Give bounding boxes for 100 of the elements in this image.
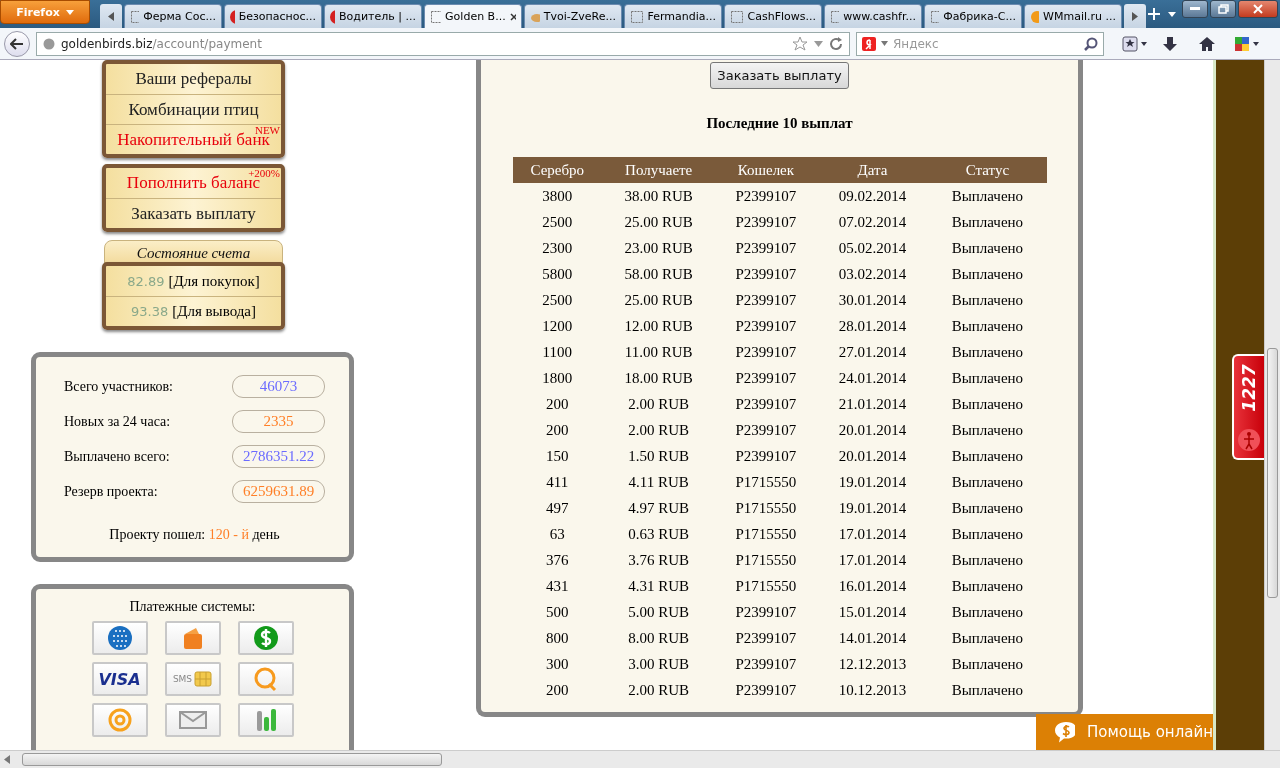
table-cell-text: 2500 xyxy=(541,290,574,310)
table-cell-text: P2399107 xyxy=(734,212,798,232)
tab-scroll-left-button[interactable] xyxy=(100,4,122,28)
dropdown-icon[interactable] xyxy=(881,41,888,46)
table-cell-text: 300 xyxy=(545,654,570,674)
payment-method-button[interactable] xyxy=(164,621,221,655)
addon-icon[interactable] xyxy=(1234,35,1260,52)
back-arrow-icon xyxy=(10,37,24,50)
browser-tab[interactable]: Водитель | ... xyxy=(324,4,422,28)
stat-label: Всего участников: xyxy=(64,378,173,395)
table-cell-text: 431 xyxy=(545,576,570,596)
browser-tab[interactable]: CashFlows... xyxy=(724,4,822,28)
table-cell-text: Выплачено xyxy=(950,212,1025,232)
tab-title: Golden B... xyxy=(445,10,506,23)
table-cell-text: Выплачено xyxy=(950,498,1025,518)
dropdown-icon[interactable] xyxy=(814,40,823,47)
payment-method-button[interactable] xyxy=(237,703,294,737)
browser-tab[interactable]: Tvoi-ZveRe... xyxy=(524,4,622,28)
browser-tab[interactable]: Безопаснос... xyxy=(224,4,322,28)
home-icon[interactable] xyxy=(1198,35,1216,52)
tab-title: Ферма Сос... xyxy=(143,10,216,23)
restore-button[interactable] xyxy=(1210,0,1236,18)
menu-link[interactable]: Комбинации птиц xyxy=(106,94,281,124)
back-button[interactable] xyxy=(4,30,30,57)
stat-label: Резерв проекта: xyxy=(64,483,158,500)
minimize-icon xyxy=(1190,7,1200,11)
table-cell-text: 2.00 RUB xyxy=(627,420,691,440)
payment-method-button[interactable]: VISA xyxy=(91,662,148,696)
table-cell-text: 21.01.2014 xyxy=(837,394,908,414)
search-icon[interactable] xyxy=(1084,36,1098,51)
left-arrow-icon[interactable] xyxy=(4,755,10,764)
close-window-button[interactable] xyxy=(1238,0,1278,18)
tab-title: CashFlows... xyxy=(747,10,816,23)
sms-label: SMS xyxy=(172,674,193,684)
yandex-logo-icon xyxy=(862,36,876,51)
search-placeholder: Яндекс xyxy=(893,36,940,51)
tab-title: Fermandia... xyxy=(647,10,716,23)
online-counter[interactable]: 1227 xyxy=(1232,354,1264,460)
bookmark-star-icon[interactable] xyxy=(792,36,808,51)
table-cell-text: 4.11 RUB xyxy=(627,472,690,492)
bars-icon xyxy=(254,707,277,733)
table-cell-text: 20.01.2014 xyxy=(837,446,908,466)
download-icon[interactable] xyxy=(1162,35,1178,52)
table-cell-text: 12.12.2013 xyxy=(837,654,908,674)
table-cell-text: 63 xyxy=(548,524,566,544)
browser-tab[interactable]: Фабрика-С... xyxy=(924,4,1022,28)
table-cell-text: 2.00 RUB xyxy=(627,394,691,414)
table-cell-text: P1715550 xyxy=(734,498,798,518)
stat-value: 2786351.22 xyxy=(232,445,325,468)
tab-scroll-right-button[interactable] xyxy=(1124,4,1146,28)
table-cell-text: 17.01.2014 xyxy=(837,524,908,544)
new-tab-icon[interactable] xyxy=(1148,8,1160,20)
address-field[interactable]: goldenbirds.biz/account/payment xyxy=(36,31,850,56)
payment-method-button[interactable] xyxy=(91,621,148,655)
menu-note: NEW xyxy=(254,125,280,136)
table-cell-text: Выплачено xyxy=(950,342,1025,362)
browser-tab[interactable]: Golden B... xyxy=(424,4,522,28)
restore-icon xyxy=(1217,4,1229,14)
tab-title: WMmail.ru ... xyxy=(1043,10,1116,23)
right-arrow-icon xyxy=(1132,11,1138,21)
sim-chip-icon xyxy=(194,671,213,687)
table-cell-text: Выплачено xyxy=(950,602,1025,622)
browser-tab[interactable]: Ферма Сос... xyxy=(124,4,222,28)
horizontal-scrollbar[interactable] xyxy=(0,750,1280,768)
tab-title: Безопаснос... xyxy=(238,10,316,23)
tab-list-icon[interactable] xyxy=(1168,11,1176,17)
table-cell-text: 376 xyxy=(545,550,570,570)
menu-link[interactable]: Заказать выплату xyxy=(106,198,281,228)
stat-value: 2335 xyxy=(232,410,325,433)
minimize-button[interactable] xyxy=(1182,0,1208,18)
table-cell-text: 411 xyxy=(545,472,570,492)
table-cell-text: 8.00 RUB xyxy=(627,628,691,648)
table-cell-text: 2500 xyxy=(541,212,574,232)
vertical-scrollbar[interactable] xyxy=(1264,60,1280,750)
person-icon xyxy=(1237,428,1261,452)
table-cell-text: P2399107 xyxy=(734,342,798,362)
payment-method-button[interactable] xyxy=(237,621,294,655)
browser-tab[interactable]: www.cashfr... xyxy=(824,4,922,28)
browser-tab[interactable]: Fermandia... xyxy=(624,4,722,28)
tab-title: Tvoi-ZveRe... xyxy=(543,10,616,23)
table-cell-text: Выплачено xyxy=(950,524,1025,544)
project-age-text: Проекту пошел: 120 - й день xyxy=(108,527,281,543)
bookmarks-icon[interactable] xyxy=(1122,35,1148,52)
menu-link[interactable]: Пополнить баланс +200% xyxy=(106,168,281,198)
close-icon[interactable] xyxy=(509,12,516,21)
menu-link[interactable]: Ваши рефералы xyxy=(106,64,281,94)
order-payout-button[interactable]: Заказать выплату xyxy=(710,62,849,89)
browser-tab[interactable]: WMmail.ru ... xyxy=(1024,4,1122,28)
payment-method-button[interactable] xyxy=(164,703,221,737)
table-cell-text: 30.01.2014 xyxy=(837,290,908,310)
reload-icon[interactable] xyxy=(829,36,843,51)
table-cell-text: 14.01.2014 xyxy=(837,628,908,648)
table-cell-text: Выплачено xyxy=(950,316,1025,336)
table-cell-text: P1715550 xyxy=(734,550,798,570)
table-cell-text: P2399107 xyxy=(734,394,798,414)
payments-title: Платежные системы: xyxy=(129,599,256,615)
table-cell-text: 1800 xyxy=(541,368,574,388)
column-header: Статус xyxy=(928,157,1047,183)
table-cell-text: P2399107 xyxy=(734,628,798,648)
table-cell-text: 500 xyxy=(545,602,570,622)
